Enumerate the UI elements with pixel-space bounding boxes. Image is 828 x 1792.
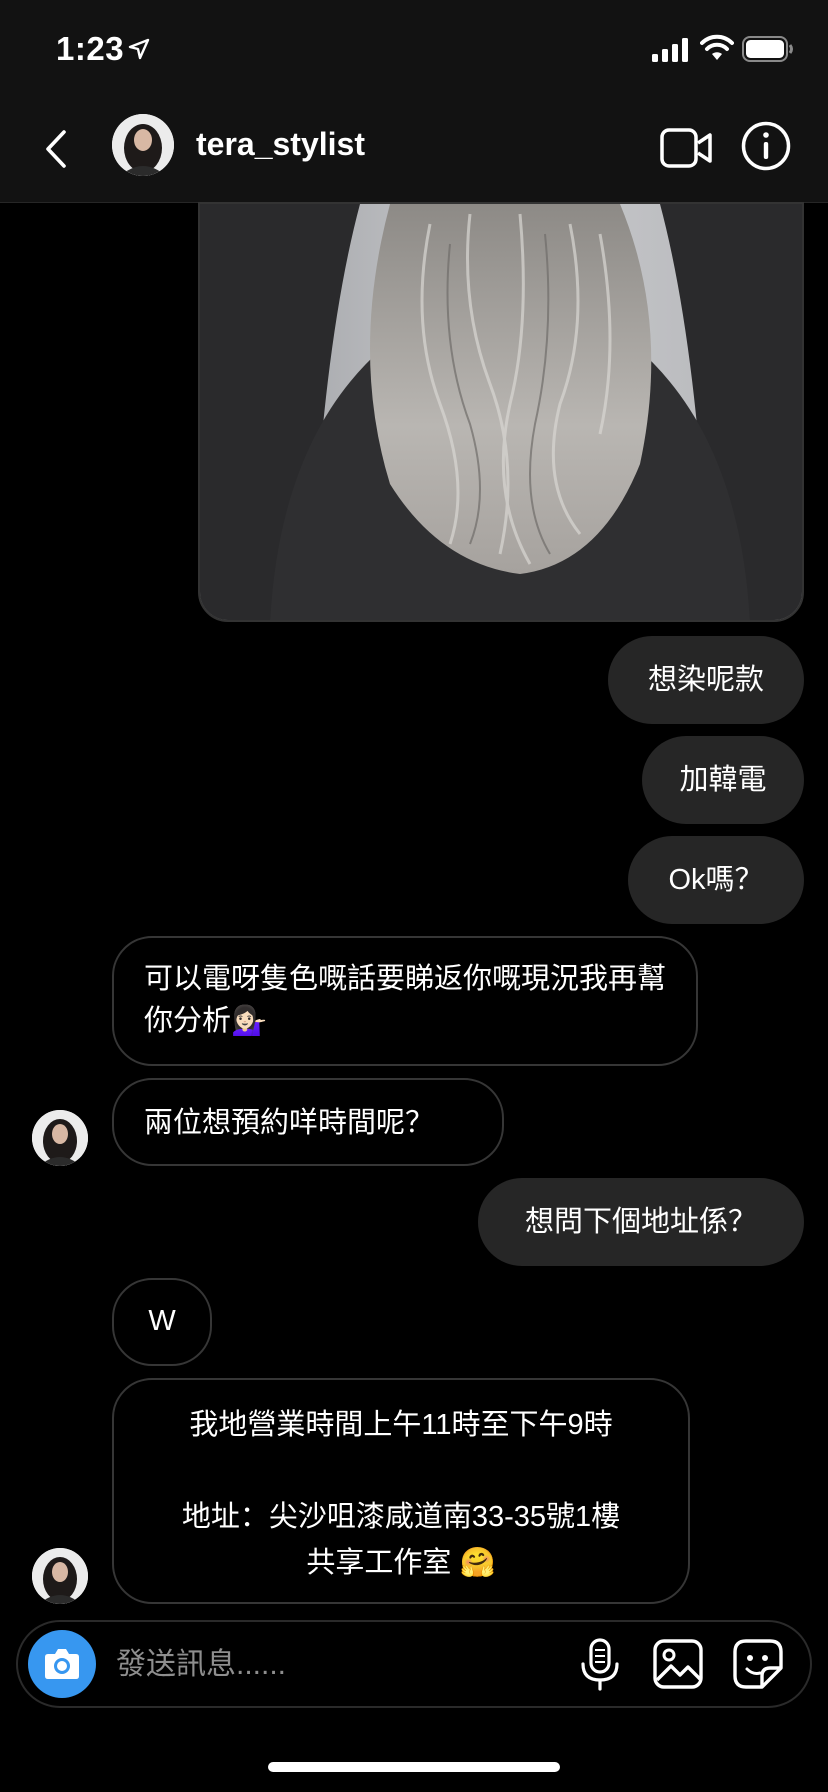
gallery-icon[interactable] (652, 1638, 704, 1690)
message-input[interactable] (114, 1638, 498, 1692)
status-bar: 1:23 (0, 0, 828, 96)
signal-icon (652, 38, 688, 62)
received-message[interactable]: 我地營業時間上午11時至下午9時 地址：尖沙咀漆咸道南33-35號1樓 共享工作… (112, 1378, 690, 1604)
received-message[interactable]: W (112, 1278, 212, 1366)
back-icon[interactable] (38, 126, 74, 172)
sent-message[interactable]: 想染呢款 (608, 636, 804, 724)
sender-avatar[interactable] (32, 1110, 88, 1166)
sticker-icon[interactable] (732, 1638, 784, 1690)
sent-message[interactable]: 想問下個地址係？ (478, 1178, 804, 1266)
chat-username[interactable]: tera_stylist (196, 126, 365, 163)
location-arrow-icon (128, 38, 150, 60)
camera-icon (45, 1649, 79, 1679)
received-message[interactable]: 兩位想預約咩時間呢？ (112, 1078, 504, 1166)
sender-avatar[interactable] (32, 1548, 88, 1604)
info-icon[interactable] (740, 120, 792, 172)
chat-header: tera_stylist (0, 96, 828, 203)
sent-message[interactable]: Ok嗎？ (628, 836, 804, 924)
home-indicator[interactable] (268, 1762, 560, 1772)
microphone-icon[interactable] (578, 1638, 622, 1692)
status-time: 1:23 (56, 30, 125, 67)
message-composer (16, 1620, 812, 1708)
sent-message[interactable]: 加韓電 (642, 736, 804, 824)
camera-button[interactable] (28, 1630, 96, 1698)
dm-screen: 1:23 tera_stylist 想染呢款 加韓電 Ok嗎？ 可以電呀隻色嘅話… (0, 0, 828, 1792)
wifi-icon (700, 34, 734, 60)
video-call-icon[interactable] (660, 126, 712, 170)
battery-icon (742, 36, 793, 62)
received-message[interactable]: 可以電呀隻色嘅話要睇返你嘅現況我再幫你分析💁🏻‍♀️ (112, 936, 698, 1066)
avatar[interactable] (112, 114, 174, 176)
shared-photo[interactable] (198, 202, 804, 622)
